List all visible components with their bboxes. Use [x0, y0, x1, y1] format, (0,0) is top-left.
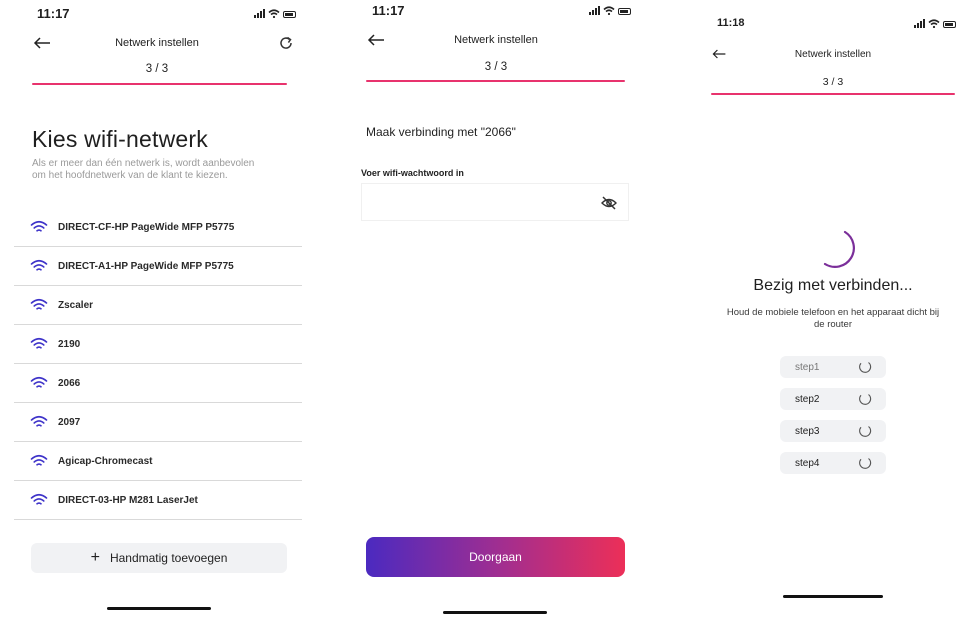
wifi-icon [30, 220, 48, 232]
battery-icon [943, 21, 956, 28]
wifi-icon [30, 337, 48, 349]
status-icons [914, 19, 956, 28]
network-item[interactable]: DIRECT-CF-HP PageWide MFP P5775 [14, 208, 302, 247]
step-label: step2 [795, 393, 820, 405]
progress-bar [366, 80, 625, 82]
signal-icon [254, 9, 265, 18]
step-item: step3 [780, 420, 886, 442]
network-name: 2066 [58, 377, 81, 389]
signal-icon [589, 6, 600, 15]
screen-wifi-password: 11:17 Netwerk instellen 3 / 3 Maak verbi… [347, 0, 645, 618]
wifi-icon [30, 376, 48, 388]
subtitle-line: om het hoofdnetwerk van de klant te kiez… [32, 170, 228, 181]
progress-bar [32, 83, 287, 85]
network-name: 2097 [58, 416, 81, 428]
password-label: Voer wifi-wachtwoord in [361, 168, 464, 178]
section-subtitle: Als er meer dan één netwerk is, wordt aa… [32, 158, 294, 182]
step-label: step4 [795, 457, 820, 469]
wifi-icon [30, 259, 48, 271]
network-name: Zscaler [58, 299, 94, 311]
battery-icon [283, 11, 296, 18]
plus-icon: + [90, 549, 100, 566]
home-indicator [443, 611, 547, 614]
status-time: 11:17 [372, 3, 405, 18]
network-name: Agicap-Chromecast [58, 455, 153, 467]
step-indicator: 3 / 3 [484, 61, 508, 73]
refresh-icon[interactable] [278, 35, 294, 51]
subtitle-line: Als er meer dan één netwerk is, wordt aa… [32, 158, 255, 169]
loading-spinner-icon [823, 230, 855, 268]
network-item[interactable]: Zscaler [14, 286, 302, 325]
step-label: step3 [795, 425, 820, 437]
section-heading: Kies wifi-netwerk [32, 126, 208, 152]
back-arrow-icon[interactable] [32, 35, 52, 51]
network-name: 2190 [58, 338, 81, 350]
status-icons [589, 6, 631, 15]
page-title: Netwerk instellen [115, 37, 199, 49]
network-name: DIRECT-CF-HP PageWide MFP P5775 [58, 221, 235, 233]
network-item[interactable]: DIRECT-03-HP M281 LaserJet [14, 481, 302, 520]
network-item[interactable]: 2097 [14, 403, 302, 442]
step-spinner-icon [859, 362, 872, 373]
step-spinner-icon [859, 394, 872, 405]
password-field[interactable] [361, 183, 629, 221]
wifi-status-icon [268, 9, 280, 18]
status-time: 11:18 [717, 17, 745, 29]
wifi-status-icon [603, 6, 615, 15]
step-item: step1 [780, 356, 886, 378]
add-manually-button[interactable]: + Handmatig toevoegen [31, 543, 287, 573]
step-label: step1 [795, 361, 820, 373]
connecting-title: Bezig met verbinden... [753, 277, 913, 294]
back-arrow-icon[interactable] [366, 32, 386, 48]
step-item: step2 [780, 388, 886, 410]
wifi-icon [30, 415, 48, 427]
network-item[interactable]: Agicap-Chromecast [14, 442, 302, 481]
status-time: 11:17 [37, 6, 70, 21]
screen-connecting: 11:18 Netwerk instellen 3 / 3 Bezig met … [701, 0, 971, 618]
wifi-icon [30, 298, 48, 310]
subtitle-line: Houd de mobiele telefoon en het apparaat… [726, 307, 940, 318]
connect-to-label: Maak verbinding met "2066" [366, 125, 516, 139]
back-arrow-icon[interactable] [711, 47, 727, 61]
network-item[interactable]: DIRECT-A1-HP PageWide MFP P5775 [14, 247, 302, 286]
step-item: step4 [780, 452, 886, 474]
continue-button[interactable]: Doorgaan [366, 537, 625, 577]
screen-choose-wifi: 11:17 Netwerk instellen 3 / 3 Kies wifi-… [12, 0, 302, 618]
home-indicator [107, 607, 211, 610]
page-title: Netwerk instellen [454, 34, 538, 46]
eye-off-icon[interactable] [600, 195, 618, 211]
status-icons [254, 9, 296, 18]
signal-icon [914, 19, 925, 28]
step-spinner-icon [859, 426, 872, 437]
step-spinner-icon [859, 458, 872, 469]
connecting-subtitle: Houd de mobiele telefoon en het apparaat… [701, 307, 965, 331]
battery-icon [618, 8, 631, 15]
wifi-icon [30, 493, 48, 505]
wifi-icon [30, 454, 48, 466]
page-title: Netwerk instellen [794, 49, 872, 60]
step-indicator: 3 / 3 [145, 63, 169, 75]
home-indicator [783, 595, 883, 598]
network-name: DIRECT-A1-HP PageWide MFP P5775 [58, 260, 234, 272]
network-item[interactable]: 2190 [14, 325, 302, 364]
wifi-status-icon [928, 19, 940, 28]
add-manually-label: Handmatig toevoegen [109, 551, 228, 565]
progress-bar [711, 93, 955, 95]
subtitle-line: de router [813, 319, 853, 330]
step-indicator: 3 / 3 [822, 76, 844, 88]
network-name: DIRECT-03-HP M281 LaserJet [58, 494, 198, 506]
network-item[interactable]: 2066 [14, 364, 302, 403]
